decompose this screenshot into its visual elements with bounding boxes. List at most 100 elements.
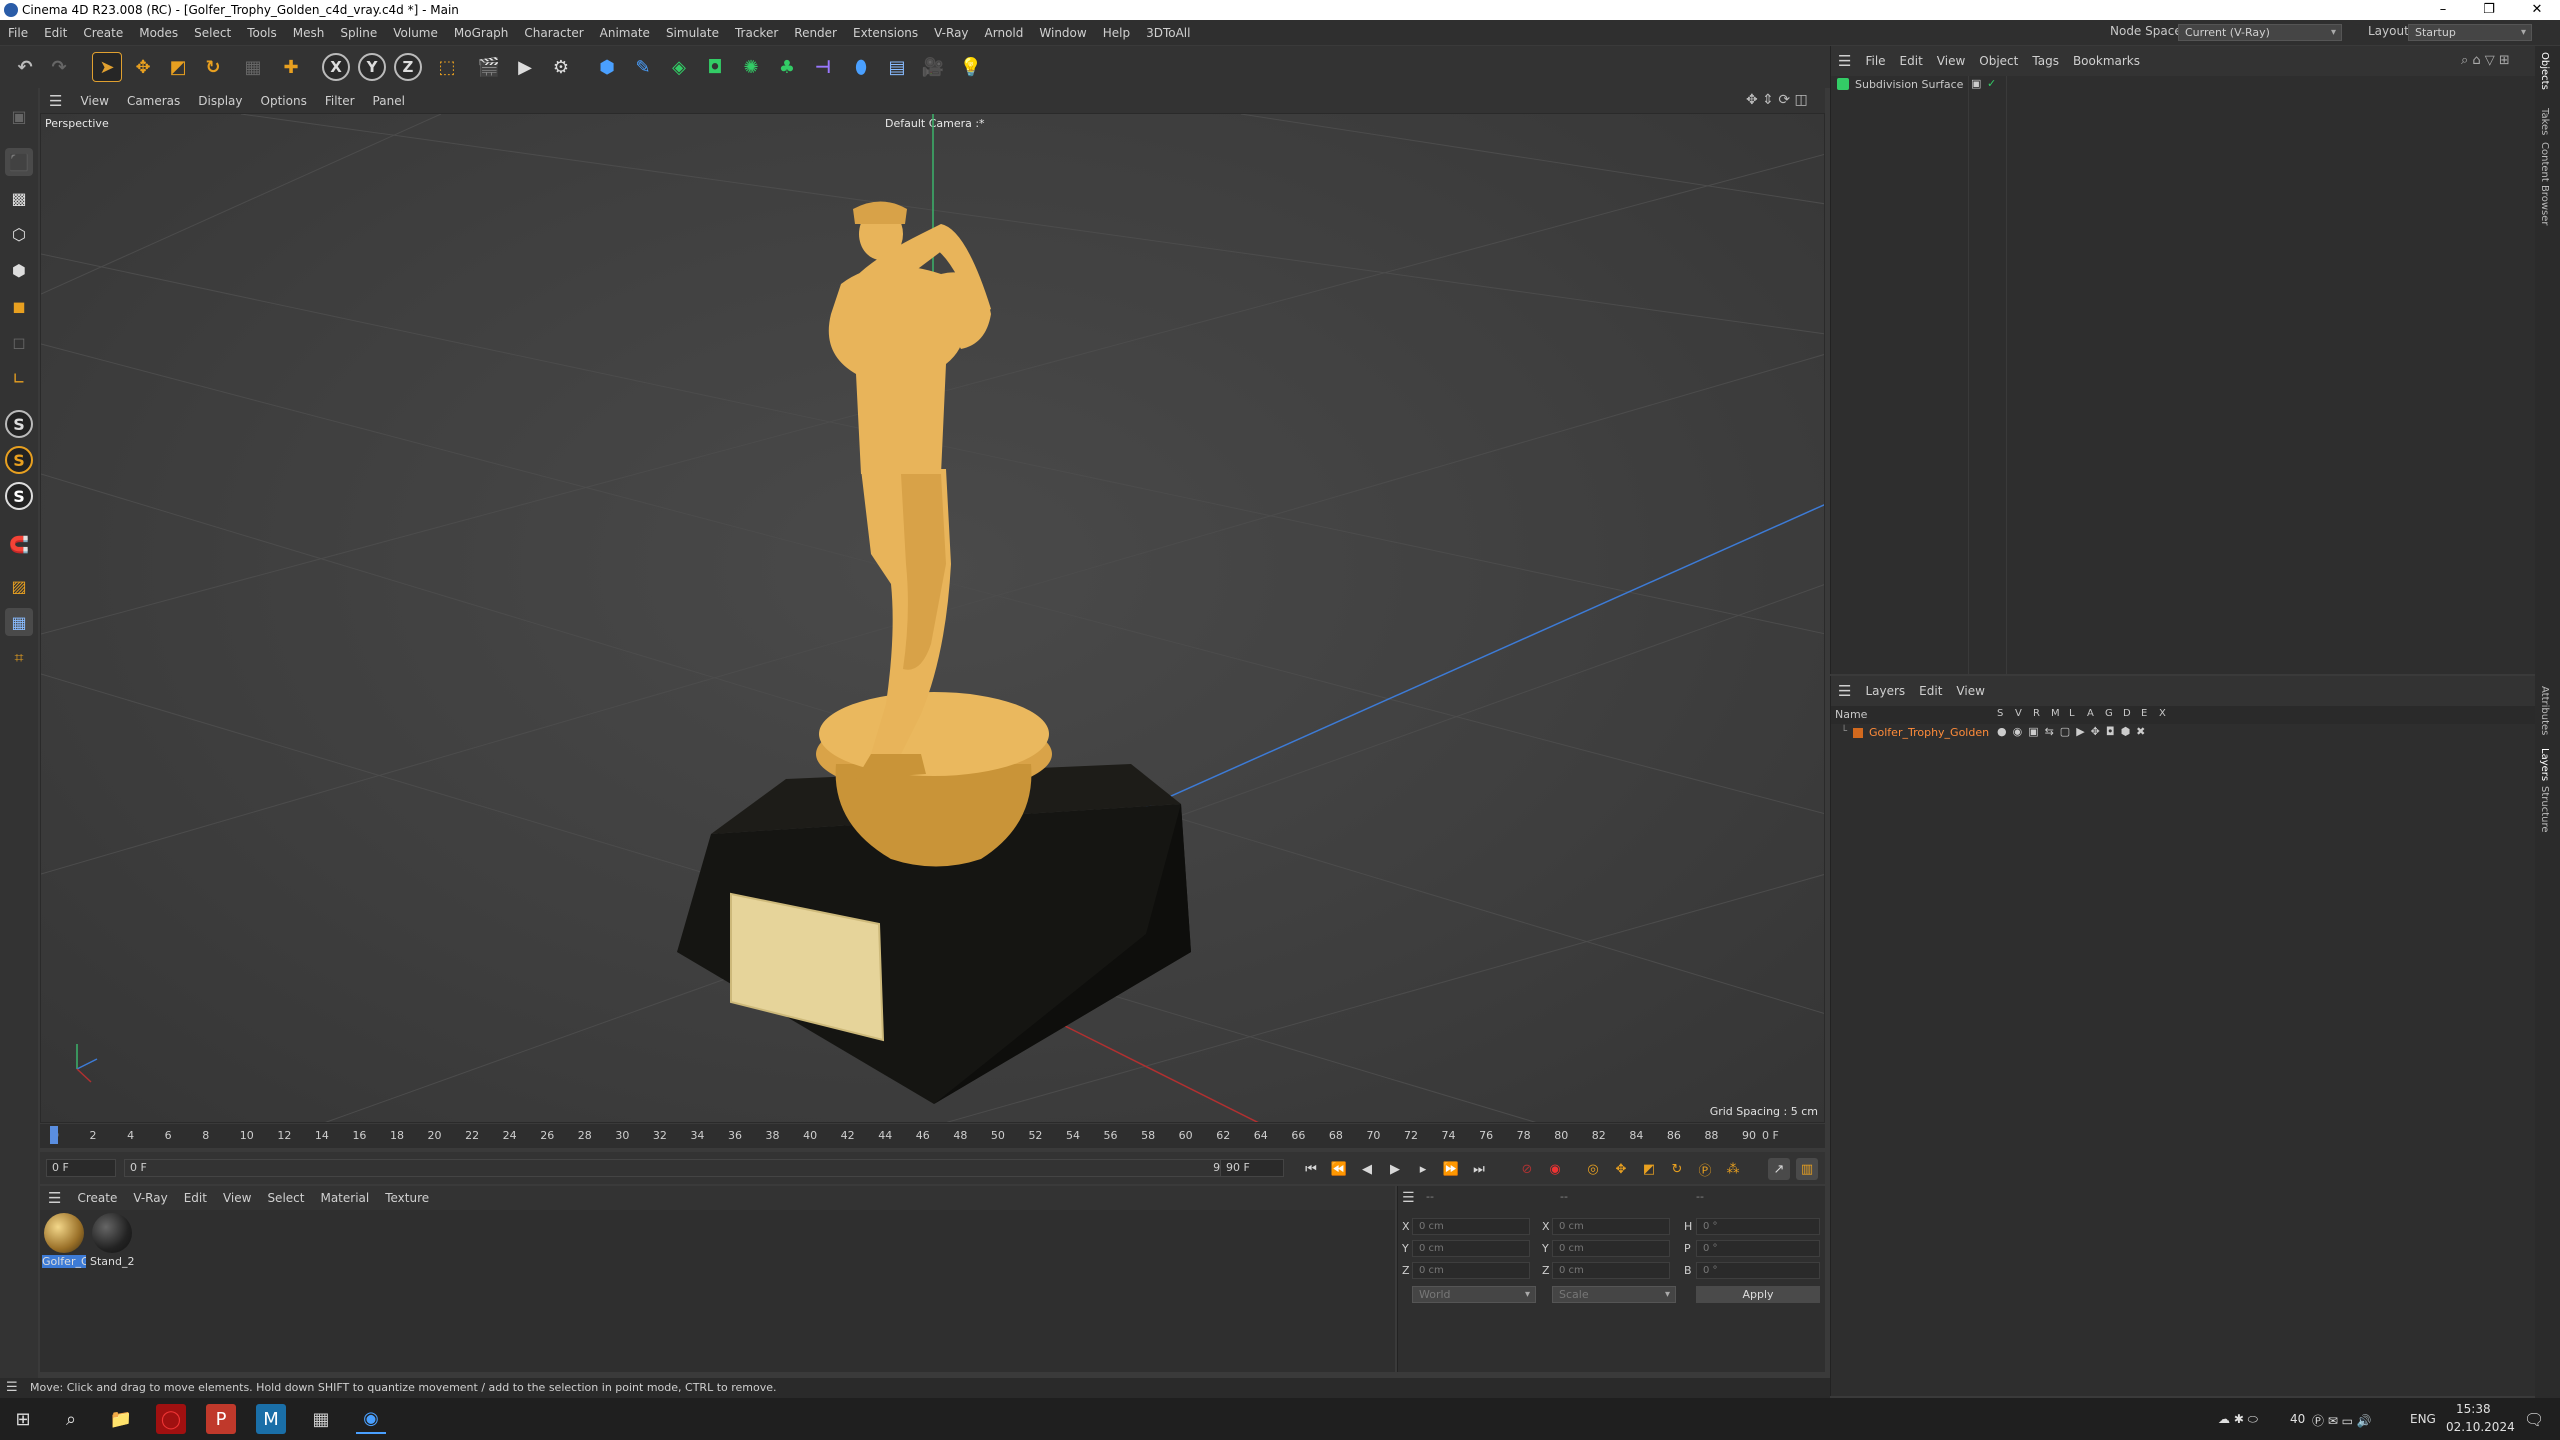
coordinate-system-icon[interactable]: ⬚ [432, 52, 462, 82]
timeline-ruler[interactable]: 0246810121416182022242628303234363840424… [40, 1124, 1825, 1148]
layer-menu-view[interactable]: View [1949, 684, 1991, 698]
workplane-icon[interactable]: ∟ [5, 364, 33, 392]
cinema4d-taskbar-icon[interactable]: ◉ [356, 1404, 386, 1434]
extrude-icon[interactable]: ◘ [700, 52, 730, 82]
menu-window[interactable]: Window [1031, 26, 1094, 40]
go-to-end-icon[interactable]: ⏭ [1468, 1158, 1490, 1180]
menu-character[interactable]: Character [516, 26, 591, 40]
tab-objects[interactable]: Objects [2539, 52, 2550, 90]
node-space-dropdown[interactable]: Current (V-Ray) [2178, 24, 2342, 41]
pos-y-field[interactable]: 0 cm [1412, 1240, 1530, 1257]
material-menu-vray[interactable]: V-Ray [125, 1191, 175, 1205]
viewport-menu-options[interactable]: Options [252, 94, 316, 108]
menu-animate[interactable]: Animate [592, 26, 658, 40]
material-menu-create[interactable]: Create [69, 1191, 125, 1205]
menu-select[interactable]: Select [186, 26, 239, 40]
rotation-key-icon[interactable]: ↻ [1666, 1158, 1688, 1180]
menu-simulate[interactable]: Simulate [658, 26, 727, 40]
previous-frame-icon[interactable]: ◀ [1356, 1158, 1378, 1180]
layer-row[interactable]: └ Golfer_Trophy_Golden ●◉▣⇆▢▶✥◘⬢✖ [1831, 724, 2536, 742]
tray-app-icons[interactable]: Ⓟ ✉ ▭ 🔊 [2312, 1412, 2372, 1429]
material-item[interactable]: Stand_2 [90, 1213, 134, 1273]
menu-file[interactable]: File [0, 26, 36, 40]
viewport-hamburger-icon[interactable]: ☰ [40, 92, 71, 110]
pos-x-field[interactable]: 0 cm [1412, 1218, 1530, 1235]
coordinate-mode-dropdown[interactable]: World [1412, 1286, 1536, 1303]
rot-h-field[interactable]: 0 ° [1696, 1218, 1820, 1235]
light-icon[interactable]: 💡 [956, 52, 986, 82]
material-menu-select[interactable]: Select [259, 1191, 312, 1205]
floor-icon[interactable]: ▤ [882, 52, 912, 82]
keyframe-selection-icon[interactable]: ◎ [1582, 1158, 1604, 1180]
field-icon[interactable]: ⬮ [846, 52, 876, 82]
file-explorer-icon[interactable]: 📁 [106, 1404, 136, 1434]
menu-edit[interactable]: Edit [36, 26, 75, 40]
tab-structure[interactable]: Structure [2539, 786, 2550, 833]
timeline-window-icon[interactable]: ▥ [1796, 1158, 1818, 1180]
material-menu-texture[interactable]: Texture [377, 1191, 437, 1205]
pos-z-field[interactable]: 0 cm [1412, 1262, 1530, 1279]
object-menu-view[interactable]: View [1930, 54, 1972, 68]
subdivision-icon[interactable]: ◈ [664, 52, 694, 82]
viewport-nav-icons[interactable]: ✥ ⇕ ⟳ ◫ [1746, 92, 1808, 108]
size-z-field[interactable]: 0 cm [1552, 1262, 1670, 1279]
tab-attributes[interactable]: Attributes [2539, 686, 2550, 735]
close-button[interactable]: ✕ [2514, 0, 2560, 20]
object-visibility-icon[interactable]: ▣ [1971, 77, 1981, 90]
layer-color-swatch[interactable] [1853, 728, 1863, 738]
snap-icon[interactable]: S [5, 410, 33, 438]
rotate-tool-icon[interactable]: ↻ [198, 52, 228, 82]
next-key-icon[interactable]: ⏩ [1440, 1158, 1462, 1180]
viewport-menu-display[interactable]: Display [189, 94, 251, 108]
layout-dropdown[interactable]: Startup [2408, 24, 2532, 41]
powerpoint-icon[interactable]: P [206, 1404, 236, 1434]
position-key-icon[interactable]: ✥ [1610, 1158, 1632, 1180]
edge-mode-icon[interactable]: ⬢ [5, 256, 33, 284]
status-hamburger-icon[interactable]: ☰ [6, 1378, 18, 1398]
menu-vray[interactable]: V-Ray [926, 26, 976, 40]
layer-menu-edit[interactable]: Edit [1912, 684, 1949, 698]
material-menu-edit[interactable]: Edit [176, 1191, 215, 1205]
x-axis-toggle[interactable]: X [322, 53, 350, 81]
clock-date[interactable]: 02.10.2024 [2446, 1420, 2515, 1434]
material-item[interactable]: Golfer_G [42, 1213, 86, 1273]
layer-flag-icons[interactable]: ●◉▣⇆▢▶✥◘⬢✖ [1997, 725, 2151, 738]
model-mode-icon[interactable]: ⬛ [5, 148, 33, 176]
z-axis-toggle[interactable]: Z [394, 53, 422, 81]
deformer-icon[interactable]: ⊣ [808, 52, 838, 82]
polygon-mode-icon[interactable]: ◼ [5, 292, 33, 320]
app-icon[interactable]: ▦ [306, 1404, 336, 1434]
make-editable-icon[interactable]: ▣ [5, 102, 33, 130]
cube-primitive-icon[interactable]: ⬢ [592, 52, 622, 82]
minimize-button[interactable]: – [2420, 0, 2466, 20]
notifications-icon[interactable]: 🗨 [2524, 1410, 2544, 1429]
tab-takes[interactable]: Takes [2539, 108, 2550, 135]
material-hamburger-icon[interactable]: ☰ [40, 1189, 69, 1207]
camera-icon[interactable]: 🎥 [918, 52, 948, 82]
menu-spline[interactable]: Spline [332, 26, 385, 40]
viewport-menu-view[interactable]: View [71, 94, 117, 108]
object-menu-tags[interactable]: Tags [2025, 54, 2066, 68]
menu-volume[interactable]: Volume [385, 26, 446, 40]
menu-help[interactable]: Help [1095, 26, 1138, 40]
axis-mode-icon[interactable]: ◻ [5, 328, 33, 356]
opera-icon[interactable]: ◯ [156, 1404, 186, 1434]
object-menu-bookmarks[interactable]: Bookmarks [2066, 54, 2147, 68]
menu-tracker[interactable]: Tracker [727, 26, 786, 40]
next-frame-icon[interactable]: ▸ [1412, 1158, 1434, 1180]
material-menu-view[interactable]: View [215, 1191, 259, 1205]
rot-p-field[interactable]: 0 ° [1696, 1240, 1820, 1257]
object-enabled-icon[interactable]: ✓ [1987, 77, 1996, 90]
menu-create[interactable]: Create [75, 26, 131, 40]
menu-tools[interactable]: Tools [239, 26, 285, 40]
scale-key-icon[interactable]: ◩ [1638, 1158, 1660, 1180]
snap-settings-icon[interactable]: S [5, 446, 33, 474]
play-icon[interactable]: ▶ [1384, 1158, 1406, 1180]
autokey-icon[interactable]: ◉ [1544, 1158, 1566, 1180]
menu-mesh[interactable]: Mesh [285, 26, 333, 40]
start-icon[interactable]: ⊞ [8, 1404, 38, 1434]
menu-extensions[interactable]: Extensions [845, 26, 926, 40]
apply-button[interactable]: Apply [1696, 1286, 1820, 1303]
viewport-menu-panel[interactable]: Panel [364, 94, 414, 108]
restore-button[interactable]: ❐ [2466, 0, 2512, 20]
